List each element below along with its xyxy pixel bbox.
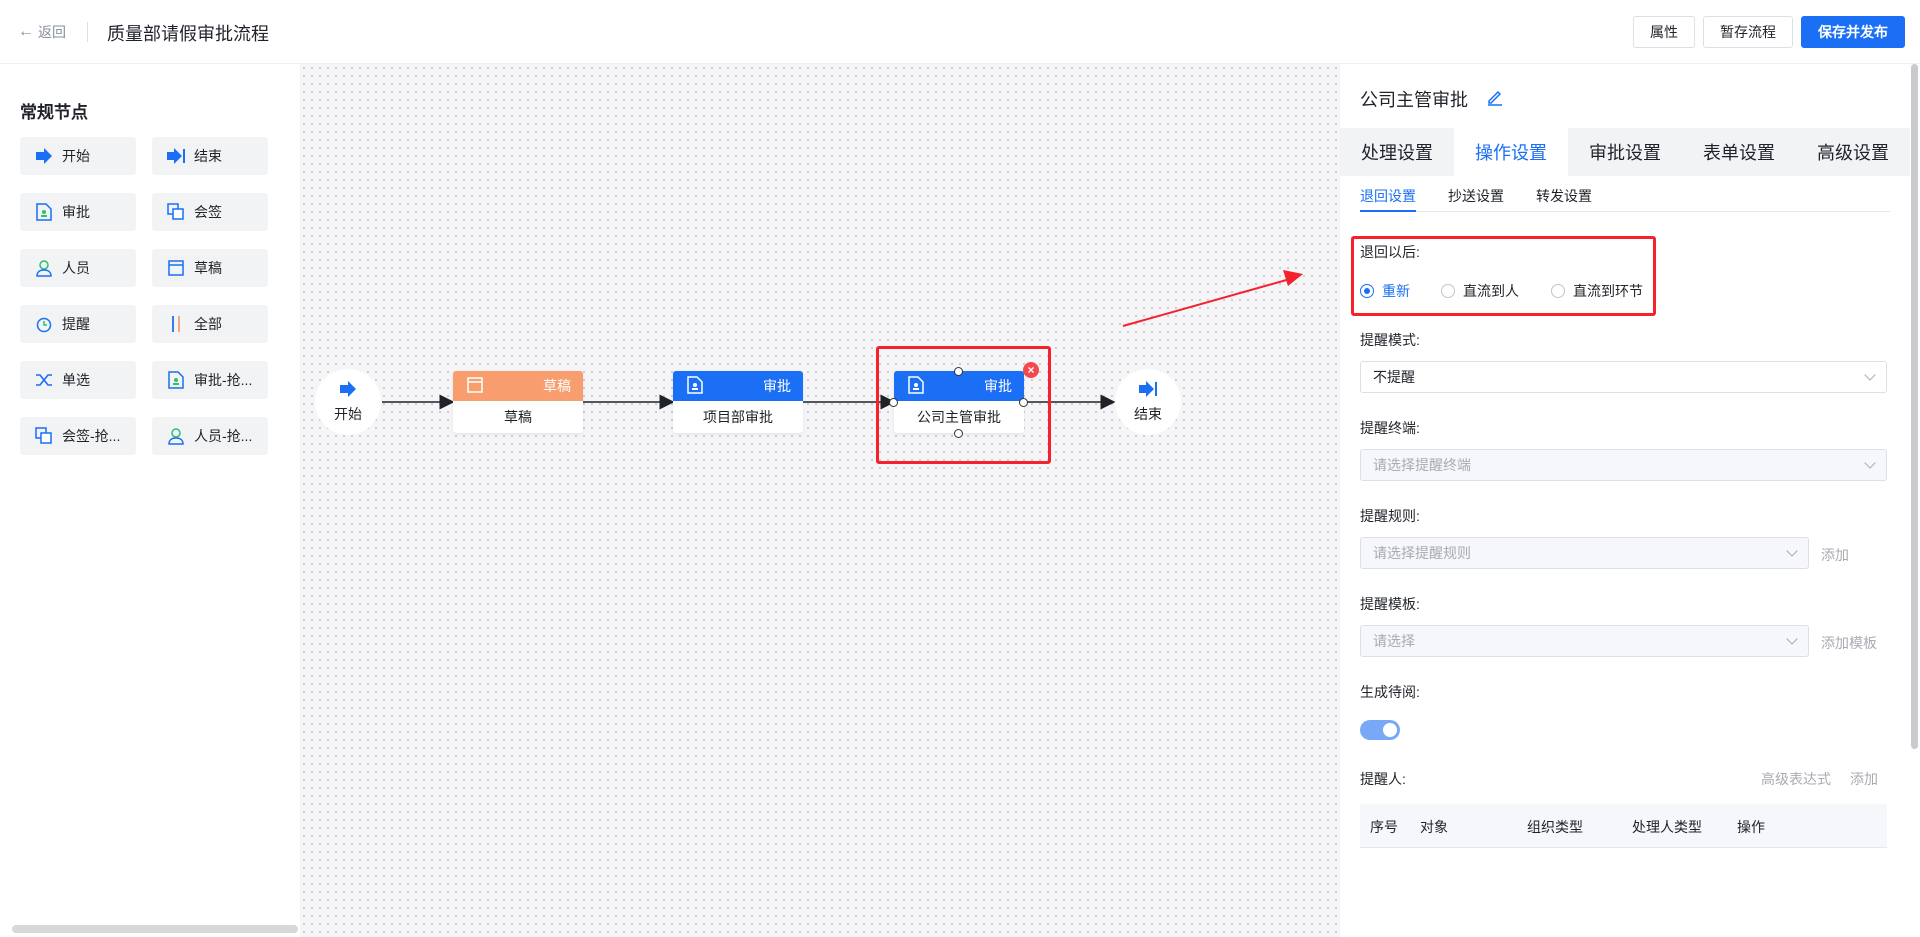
panel-title: 公司主管审批: [1360, 86, 1504, 112]
settings-tabs: 处理设置 操作设置 审批设置 表单设置 高级设置: [1340, 128, 1910, 176]
tab-process-settings[interactable]: 处理设置: [1340, 128, 1454, 176]
top-header: ← 返回 质量部请假审批流程 属性 暂存流程 保存并发布: [0, 0, 1920, 64]
flow-node-project-approval[interactable]: 审批 项目部审批: [673, 371, 803, 433]
subtab-forward-settings[interactable]: 转发设置: [1536, 186, 1592, 206]
generate-todo-toggle[interactable]: [1360, 720, 1400, 740]
draft-icon: [166, 258, 186, 278]
tab-operation-settings[interactable]: 操作设置: [1454, 128, 1568, 176]
operation-subtabs: 退回设置 抄送设置 转发设置: [1360, 176, 1890, 212]
remind-rule-add-link[interactable]: 添加: [1821, 545, 1849, 565]
end-flag-icon: [166, 146, 186, 166]
palette-item-approval-grab[interactable]: 审批-抢...: [152, 361, 268, 399]
end-flag-icon: [1138, 380, 1158, 400]
node-settings-panel: 公司主管审批 处理设置 操作设置 审批设置 表单设置 高级设置 退回设置 抄送设…: [1340, 64, 1920, 937]
arrow-left-icon: ←: [18, 23, 34, 40]
remind-terminal-select[interactable]: 请选择提醒终端: [1360, 449, 1887, 481]
flow-connectors: [382, 270, 1303, 410]
person-grab-icon: [166, 426, 186, 446]
save-publish-button[interactable]: 保存并发布: [1801, 16, 1905, 48]
tab-approval-settings[interactable]: 审批设置: [1568, 128, 1682, 176]
remind-rule-select[interactable]: 请选择提醒规则: [1360, 537, 1809, 569]
col-object: 对象: [1420, 819, 1448, 835]
alarm-clock-icon: [34, 314, 54, 334]
remind-mode-select[interactable]: 不提醒: [1360, 361, 1887, 393]
col-org-type: 组织类型: [1527, 819, 1583, 835]
reminder-label: 提醒人:: [1360, 771, 1406, 787]
node-name: 项目部审批: [703, 409, 773, 425]
approval-doc-icon: [687, 375, 703, 397]
subtab-return-settings[interactable]: 退回设置: [1360, 186, 1416, 212]
properties-button[interactable]: 属性: [1633, 16, 1695, 48]
toggle-knob: [1383, 723, 1397, 737]
palette-scrollbar[interactable]: [12, 925, 298, 933]
approval-grab-icon: [166, 370, 186, 390]
node-palette: 常规节点 开始 结束 审批 会签 人员 草稿 提醒 全部 单选 审批-抢...: [0, 64, 300, 937]
all-parallel-icon: [166, 314, 186, 334]
approval-doc-icon: [34, 202, 54, 222]
highlight-box-node: [876, 346, 1051, 464]
back-button[interactable]: ← 返回: [18, 22, 66, 42]
tab-advanced-settings[interactable]: 高级设置: [1796, 128, 1910, 176]
edit-icon[interactable]: [1486, 88, 1504, 111]
remind-template-label: 提醒模板:: [1360, 596, 1420, 612]
chevron-down-icon: [1864, 369, 1876, 381]
palette-title: 常规节点: [20, 103, 88, 122]
palette-item-countersign-grab[interactable]: 会签-抢...: [20, 417, 136, 455]
header-divider: [87, 22, 88, 42]
subtab-cc-settings[interactable]: 抄送设置: [1448, 186, 1504, 206]
palette-item-countersign[interactable]: 会签: [152, 193, 268, 231]
countersign-icon: [166, 202, 186, 222]
generate-todo-label: 生成待阅:: [1360, 684, 1420, 700]
palette-item-person-grab[interactable]: 人员-抢...: [152, 417, 268, 455]
flow-start-node[interactable]: 开始: [315, 369, 381, 435]
highlight-box-return: [1351, 236, 1656, 316]
reminder-add-link[interactable]: 添加: [1850, 769, 1878, 789]
remind-terminal-label: 提醒终端:: [1360, 420, 1420, 436]
flow-canvas[interactable]: 开始 草稿 草稿 审批 项目部审批 审批 公司主管审批 × 结束: [300, 64, 1340, 937]
countersign-grab-icon: [34, 426, 54, 446]
reminder-table-header: 序号 对象 组织类型 处理人类型 操作: [1360, 804, 1887, 848]
col-index: 序号: [1370, 819, 1398, 835]
remind-template-add-link[interactable]: 添加模板: [1821, 633, 1877, 653]
back-label: 返回: [38, 24, 66, 40]
node-header: 草稿: [453, 371, 583, 401]
col-actions: 操作: [1737, 819, 1765, 835]
flow-end-node[interactable]: 结束: [1115, 369, 1181, 435]
chevron-down-icon: [1864, 457, 1876, 469]
start-flag-icon: [339, 380, 357, 400]
page-title: 质量部请假审批流程: [107, 24, 269, 44]
palette-item-start[interactable]: 开始: [20, 137, 136, 175]
panel-scrollbar[interactable]: [1911, 64, 1918, 749]
person-icon: [34, 258, 54, 278]
node-header: 审批: [673, 371, 803, 401]
start-flag-icon: [34, 146, 54, 166]
remind-template-select[interactable]: 请选择: [1360, 625, 1809, 657]
palette-item-end[interactable]: 结束: [152, 137, 268, 175]
col-handler-type: 处理人类型: [1632, 819, 1702, 835]
palette-item-remind[interactable]: 提醒: [20, 305, 136, 343]
save-draft-button[interactable]: 暂存流程: [1703, 16, 1793, 48]
remind-mode-label: 提醒模式:: [1360, 332, 1420, 348]
node-name: 草稿: [504, 409, 532, 425]
palette-item-approval[interactable]: 审批: [20, 193, 136, 231]
tab-form-settings[interactable]: 表单设置: [1682, 128, 1796, 176]
chevron-down-icon: [1786, 545, 1798, 557]
palette-item-draft[interactable]: 草稿: [152, 249, 268, 287]
palette-item-all[interactable]: 全部: [152, 305, 268, 343]
chevron-down-icon: [1786, 633, 1798, 645]
palette-item-person[interactable]: 人员: [20, 249, 136, 287]
draft-icon: [467, 376, 483, 396]
single-choice-icon: [34, 370, 54, 390]
remind-rule-label: 提醒规则:: [1360, 508, 1420, 524]
flow-node-draft[interactable]: 草稿 草稿: [453, 371, 583, 433]
palette-item-single[interactable]: 单选: [20, 361, 136, 399]
reminder-advanced-expression-link[interactable]: 高级表达式: [1761, 769, 1831, 789]
